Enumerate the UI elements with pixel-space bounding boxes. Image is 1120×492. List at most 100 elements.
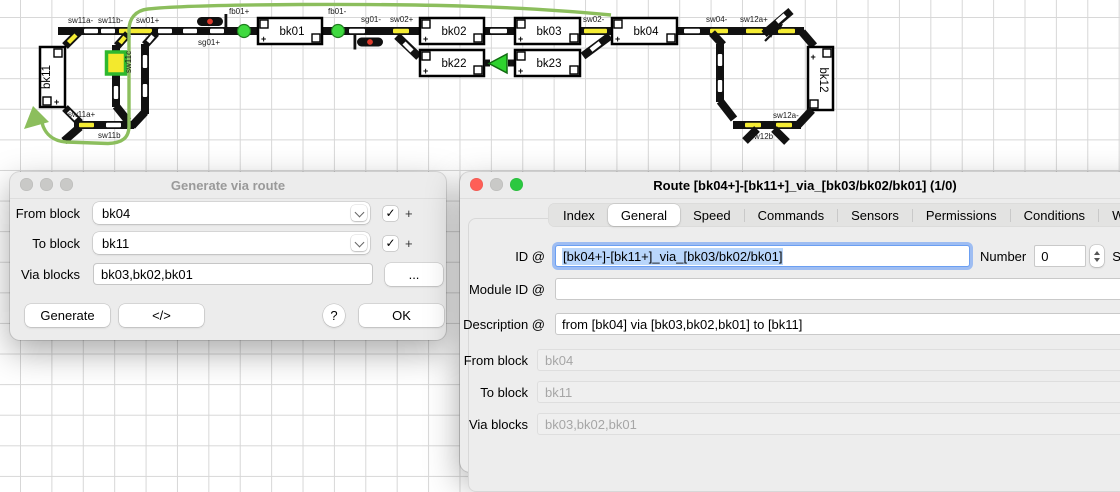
via-blocks-label: Via blocks	[460, 417, 528, 432]
block-bk11[interactable]: bk11 +	[40, 47, 65, 107]
switch-sw04[interactable]	[712, 33, 734, 119]
svg-text:bk04: bk04	[634, 26, 660, 38]
track-diag-bk12-bottom[interactable]	[798, 110, 812, 125]
number-input[interactable]: 0	[1034, 245, 1086, 267]
track-diag-to-bk12[interactable]	[802, 32, 814, 46]
to-block-field: bk11	[537, 381, 1120, 403]
generate-button[interactable]: Generate	[25, 304, 110, 327]
route-arrowhead	[24, 106, 49, 129]
to-block-label: To block	[10, 236, 80, 251]
svg-text:+: +	[811, 52, 816, 62]
from-plus-label: +	[405, 206, 413, 221]
to-block-label: To block	[460, 385, 528, 400]
block-bk03[interactable]: bk03 +	[515, 18, 580, 44]
generate-dialog-title: Generate via route	[10, 178, 446, 193]
from-block-label: From block	[10, 206, 80, 221]
chevron-down-icon[interactable]	[351, 235, 367, 251]
id-value-selected: [bk04+]-[bk11+]_via_[bk03/bk02/bk01]	[562, 248, 783, 265]
tab-general[interactable]: General	[608, 204, 680, 226]
tab-speed[interactable]: Speed	[680, 204, 744, 226]
xml-code-button[interactable]: </>	[119, 304, 204, 327]
chevron-down-icon[interactable]	[351, 205, 367, 221]
svg-text:+: +	[261, 34, 266, 44]
route-dialog-titlebar[interactable]: Route [bk04+]-[bk11+]_via_[bk03/bk02/bk0…	[460, 172, 1120, 199]
label-sw12a-plus: sw12a+	[740, 15, 768, 24]
switch-sw02-plus-diagonal[interactable]	[397, 36, 419, 57]
close-button[interactable]	[20, 178, 33, 191]
svg-text:bk23: bk23	[537, 58, 562, 70]
block-bk01[interactable]: bk01 +	[258, 18, 322, 44]
label-sw11a-bottom: sw11a+	[68, 110, 96, 119]
module-id-input[interactable]	[555, 278, 1120, 300]
tab-commands[interactable]: Commands	[745, 204, 837, 226]
browse-blocks-button[interactable]: ...	[385, 263, 443, 286]
label-sw11b-top: sw11b-	[98, 16, 124, 25]
stepper-up-icon[interactable]	[1094, 251, 1100, 255]
label-sw11c: sw11c	[124, 51, 133, 73]
svg-text:+: +	[423, 34, 428, 44]
module-id-label: Module ID @	[460, 282, 545, 297]
label-sw04: sw04-	[706, 15, 728, 24]
label-sg01-plus: sg01+	[198, 38, 220, 47]
svg-text:bk03: bk03	[537, 26, 562, 38]
label-sw11b-bottom: sw11b	[98, 131, 121, 140]
id-label: ID @	[460, 249, 545, 264]
from-block-combo[interactable]: bk04	[93, 202, 370, 224]
label-sw01: sw01+	[136, 16, 160, 25]
to-plus-label: +	[405, 236, 413, 251]
block-bk12[interactable]: bk12 +	[808, 47, 833, 110]
id-input[interactable]: [bk04+]-[bk11+]_via_[bk03/bk02/bk01]	[555, 245, 970, 267]
block-bk22[interactable]: bk22 +	[420, 50, 484, 76]
to-block-combo[interactable]: bk11	[93, 232, 370, 254]
svg-text:+: +	[518, 34, 523, 44]
switch-sw11b[interactable]	[112, 33, 156, 126]
reserved-dash	[776, 123, 792, 127]
number-stepper[interactable]	[1090, 245, 1104, 267]
to-block-value: bk11	[102, 236, 129, 251]
zoom-button[interactable]	[60, 178, 73, 191]
svg-text:+: +	[423, 66, 428, 76]
label-fb01-plus: fb01+	[229, 7, 250, 16]
block-bk23[interactable]: bk23 +	[515, 50, 580, 76]
help-button[interactable]: ?	[323, 304, 345, 327]
ok-button[interactable]: OK	[359, 304, 444, 327]
to-side-checkbox[interactable]: ✓	[383, 236, 398, 251]
tab-index[interactable]: Index	[550, 204, 608, 226]
sensor-fb01-minus[interactable]	[332, 25, 345, 38]
label-sw02-plus: sw02+	[390, 15, 414, 24]
block-bk04[interactable]: bk04 +	[612, 18, 677, 44]
label-sw11a-top: sw11a-	[68, 16, 94, 25]
signal-sg01-minus[interactable]	[354, 35, 384, 50]
description-input[interactable]: from [bk04] via [bk03,bk02,bk01] to [bk1…	[555, 313, 1120, 335]
switch-sw02-minus-diagonal[interactable]	[583, 36, 610, 56]
label-sg01-minus: sg01-	[361, 15, 381, 24]
via-blocks-value: bk03,bk02,bk01	[101, 267, 193, 282]
block-bk02[interactable]: bk02 +	[420, 18, 484, 44]
tab-sensors[interactable]: Sensors	[838, 204, 912, 226]
tab-wiring[interactable]: Wir	[1099, 204, 1120, 226]
free-dash	[106, 123, 121, 127]
minimize-button[interactable]	[490, 178, 503, 191]
from-side-checkbox[interactable]: ✓	[383, 206, 398, 221]
route-properties-dialog: Route [bk04+]-[bk11+]_via_[bk03/bk02/bk0…	[460, 172, 1120, 472]
direction-arrow	[489, 54, 507, 73]
via-blocks-input[interactable]: bk03,bk02,bk01	[93, 263, 373, 285]
stepper-down-icon[interactable]	[1094, 258, 1100, 262]
tab-conditions[interactable]: Conditions	[1011, 204, 1098, 226]
svg-text:bk02: bk02	[442, 26, 467, 38]
minimize-button[interactable]	[40, 178, 53, 191]
close-button[interactable]	[470, 178, 483, 191]
signal-sg01-plus[interactable]	[197, 14, 227, 29]
generate-dialog-titlebar[interactable]: Generate via route	[10, 172, 446, 199]
zoom-button[interactable]	[510, 178, 523, 191]
switch-sw12a-plus[interactable]	[764, 11, 791, 41]
check-icon: ✓	[385, 236, 395, 250]
via-blocks-label: Via blocks	[10, 267, 80, 282]
accessory-sw11c[interactable]	[107, 52, 126, 74]
via-blocks-field: bk03,bk02,bk01	[537, 413, 1120, 435]
svg-text:+: +	[54, 97, 59, 107]
number-label: Number	[980, 249, 1026, 264]
label-sw12b: sw12b	[750, 132, 774, 141]
tab-permissions[interactable]: Permissions	[913, 204, 1010, 226]
sensor-fb01-plus[interactable]	[238, 25, 251, 38]
